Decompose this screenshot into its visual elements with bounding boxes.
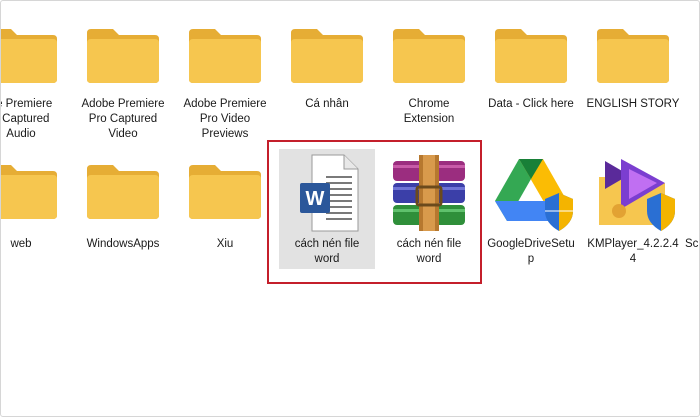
folder-icon bbox=[483, 15, 579, 103]
google-drive-icon bbox=[483, 151, 579, 239]
annotation-highlight-box bbox=[267, 140, 482, 284]
file-label: Sc bbox=[685, 238, 699, 250]
file-label: Chrome Extension bbox=[403, 98, 455, 125]
file-explorer-view: be Premiere o Captured Audio Adobe Premi… bbox=[0, 0, 700, 417]
kmplayer-installer-icon bbox=[585, 151, 681, 239]
file-label: WindowsApps bbox=[86, 238, 160, 250]
folder-icon bbox=[585, 15, 681, 103]
file-label: ENGLISH STORY bbox=[586, 98, 680, 110]
file-label: Adobe Premiere Pro Video Previews bbox=[183, 98, 267, 140]
folder-icon bbox=[75, 151, 171, 239]
file-label: KMPlayer_4.2.2.4 4 bbox=[587, 238, 679, 265]
file-label: Data - Click here bbox=[488, 98, 574, 110]
folder-icon bbox=[75, 15, 171, 103]
file-label: Cá nhân bbox=[305, 98, 349, 110]
folder-icon bbox=[1, 15, 69, 103]
file-label: Xiu bbox=[216, 238, 234, 250]
file-label: web bbox=[10, 238, 32, 250]
folder-icon bbox=[1, 151, 69, 239]
folder-icon bbox=[381, 15, 477, 103]
folder-icon bbox=[279, 15, 375, 103]
file-label: be Premiere o Captured Audio bbox=[1, 98, 53, 140]
file-label: Adobe Premiere Pro Captured Video bbox=[81, 98, 165, 140]
folder-icon bbox=[177, 151, 273, 239]
folder-icon bbox=[177, 15, 273, 103]
file-label: GoogleDriveSetu p bbox=[487, 238, 575, 265]
